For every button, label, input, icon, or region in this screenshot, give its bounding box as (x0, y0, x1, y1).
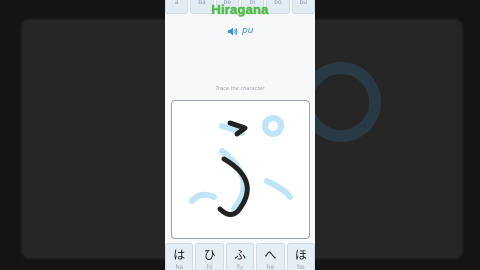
background-right (315, 0, 480, 270)
kana-key-fu[interactable]: ふ fu (225, 243, 255, 270)
background-left (0, 0, 165, 270)
kana-key-romaji: fu (237, 264, 243, 270)
kana-key-romaji: ha (175, 264, 183, 270)
instruction-text: Trace the character (215, 86, 265, 92)
kana-key-char: は (173, 248, 186, 262)
kana-key-romaji: ho (297, 264, 305, 270)
kana-key-row: は ha ひ hi ふ fu へ he ほ ho (165, 243, 315, 270)
app-screen: a ba be bi bo bu Hiragana pu Trace the c… (165, 0, 315, 270)
kana-key-ho[interactable]: ほ ho (286, 243, 315, 270)
pronunciation-button[interactable]: pu (228, 26, 253, 36)
user-strokes (217, 120, 250, 217)
kana-key-he[interactable]: へ he (256, 243, 285, 270)
kana-key-char: へ (264, 248, 277, 262)
guide-stroke-right (264, 178, 293, 200)
kana-key-romaji: hi (206, 264, 213, 270)
kana-key-romaji: he (266, 264, 275, 270)
blurred-panel-left (20, 18, 165, 260)
kana-key-ha[interactable]: は ha (165, 243, 194, 270)
kana-key-char: ふ (234, 248, 247, 262)
kana-key-char: ほ (294, 248, 307, 262)
pronunciation-label: pu (242, 26, 254, 36)
guide-dakuten-circle (262, 115, 284, 137)
guide-stroke-left (189, 191, 217, 204)
speaker-icon (228, 27, 238, 36)
kana-key-hi[interactable]: ひ hi (195, 243, 224, 270)
kana-key-char: ひ (203, 248, 216, 262)
drawing-canvas[interactable] (171, 100, 310, 239)
page-title: Hiragana (211, 2, 269, 17)
